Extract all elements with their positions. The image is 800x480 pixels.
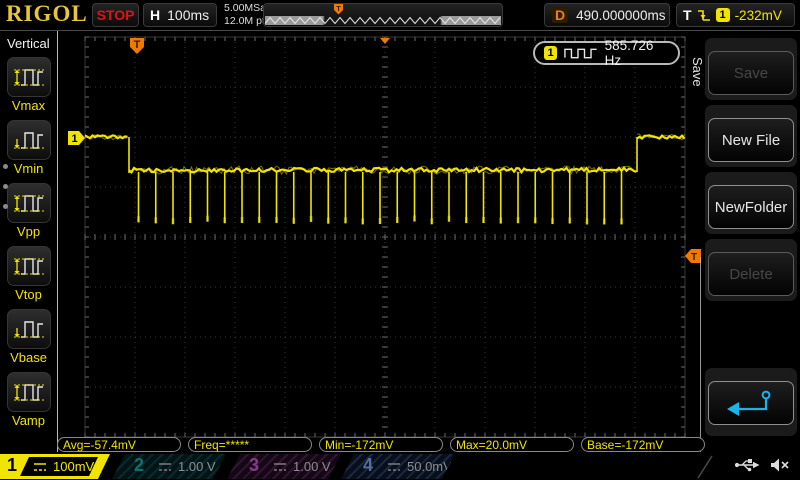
- softkey-slot: Delete: [705, 239, 797, 301]
- vpp-icon: [6, 183, 51, 223]
- menu-page-dot: [3, 164, 8, 169]
- channel-1-tag[interactable]: 1 100mV: [0, 454, 110, 479]
- menu-item-label: Vpp: [16, 224, 41, 239]
- measurement-readout: Max=20.0mV: [450, 437, 574, 452]
- vbase-icon: [6, 309, 51, 349]
- menu-page-dot: [3, 204, 8, 209]
- measurement-readout: Min=-172mV: [319, 437, 443, 452]
- dc-coupling-icon: [387, 462, 401, 473]
- horizontal-timebase-box[interactable]: H 100ms: [143, 3, 217, 27]
- dc-coupling-icon: [273, 462, 287, 473]
- vmax-icon: [6, 57, 51, 97]
- softkey-slot: Save: [705, 38, 797, 100]
- channel-2-tag[interactable]: 2 1.00 V: [112, 454, 226, 479]
- trigger-info-box[interactable]: T 1 -232mV: [676, 3, 795, 27]
- menu-item-vbase[interactable]: Vbase: [0, 309, 57, 365]
- save-menu: Save Save New File NewFolder Delete: [690, 31, 800, 452]
- trigger-source-badge: 1: [715, 8, 730, 22]
- svg-text:1: 1: [71, 133, 77, 145]
- channel-4-tag[interactable]: 4 50.0mV: [341, 454, 455, 479]
- waveform-display: T 1 T: [68, 36, 701, 438]
- status-divider: [697, 455, 713, 479]
- channel-number: 1: [7, 455, 18, 475]
- delete-button: Delete: [708, 252, 794, 296]
- measurement-bar: Avg=-57.4mV Freq=***** Min=-172mV Max=20.0m…: [0, 437, 800, 454]
- svg-text:T: T: [134, 39, 141, 51]
- falling-edge-icon: [697, 9, 710, 21]
- svg-text:T: T: [336, 6, 341, 13]
- menu-item-label: Vtop: [15, 287, 42, 302]
- menu-item-label: Vamp: [12, 413, 45, 428]
- counter-frequency-value: 585.726 Hz: [604, 38, 654, 68]
- dc-coupling-icon: [33, 462, 47, 473]
- timebase-value: 100ms: [167, 7, 210, 23]
- memory-waveform-thumbnail[interactable]: T: [263, 3, 503, 27]
- horizontal-delay-box[interactable]: D 490.000000ms: [544, 3, 670, 27]
- vamp-icon: [6, 372, 51, 412]
- softkey-slot: [705, 368, 797, 436]
- top-bar: RIGOL STOP H 100ms 5.00MSa/s 12.0M pts T…: [0, 0, 800, 31]
- measurement-readout: Base=-172mV: [581, 437, 705, 452]
- channel-scale: 100mV: [53, 459, 95, 474]
- menu-item-vtop[interactable]: Vtop: [0, 246, 57, 302]
- left-menu-divider: [57, 31, 58, 452]
- oscilloscope-screen: T 1 T RIGOL STOP H 100ms 5.00MSa/s 12.0M p…: [0, 0, 800, 480]
- measurement-readout: Avg=-57.4mV: [57, 437, 181, 452]
- save-button: Save: [708, 51, 794, 95]
- menu-page-dot: [3, 184, 8, 189]
- channel-number: 3: [249, 455, 260, 475]
- channel-number: 2: [134, 455, 145, 475]
- channel-scale: 1.00 V: [293, 459, 331, 474]
- trigger-level-value: -232mV: [734, 7, 782, 23]
- softkey-slot: New File: [705, 105, 797, 167]
- channel-bar: 1 100mV 2 1.00 V 3 1.00 V 4 50.0mV: [0, 454, 800, 480]
- channel-scale: 50.0mV: [407, 459, 452, 474]
- channel-scale: 1.00 V: [178, 459, 216, 474]
- run-state-button[interactable]: STOP: [92, 3, 139, 27]
- back-button[interactable]: [708, 381, 794, 425]
- trigger-label: T: [683, 7, 692, 23]
- dc-coupling-icon: [158, 462, 172, 473]
- vtop-icon: [6, 246, 51, 286]
- save-tab-label: Save: [690, 57, 705, 87]
- menu-item-vmin[interactable]: Vmin: [0, 120, 57, 176]
- frequency-counter: 1 585.726 Hz: [533, 38, 680, 68]
- memory-waveform-icon: T: [264, 4, 501, 25]
- menu-item-label: Vmin: [13, 161, 44, 176]
- measurement-menu-title: Vertical: [7, 36, 50, 51]
- horizontal-label: H: [150, 7, 161, 23]
- menu-item-label: Vbase: [10, 350, 47, 365]
- delay-label: D: [552, 7, 569, 23]
- menu-item-vamp[interactable]: Vamp: [0, 372, 57, 428]
- usb-icon: [734, 459, 760, 472]
- menu-item-vpp[interactable]: Vpp: [0, 183, 57, 239]
- channel-number: 4: [363, 455, 374, 475]
- measurement-readout: Freq=*****: [188, 437, 312, 452]
- speaker-muted-icon: [771, 458, 789, 472]
- menu-item-label: Vmax: [11, 98, 46, 113]
- brand-logo: RIGOL: [6, 1, 88, 26]
- channel-3-tag[interactable]: 3 1.00 V: [227, 454, 341, 479]
- measurement-menu: Vertical Vmax Vmin Vpp Vtop Vbase Vamp: [0, 31, 57, 452]
- delay-value: 490.000000ms: [576, 7, 666, 23]
- square-wave-icon: [564, 48, 597, 59]
- counter-channel-badge: 1: [544, 46, 558, 60]
- newfolder-button[interactable]: NewFolder: [708, 185, 794, 229]
- return-arrow-icon: [727, 390, 771, 416]
- svg-text:T: T: [691, 252, 697, 263]
- vmin-icon: [6, 120, 51, 160]
- menu-item-vmax[interactable]: Vmax: [0, 57, 57, 113]
- new-file-button[interactable]: New File: [708, 118, 794, 162]
- softkey-slot: NewFolder: [705, 172, 797, 234]
